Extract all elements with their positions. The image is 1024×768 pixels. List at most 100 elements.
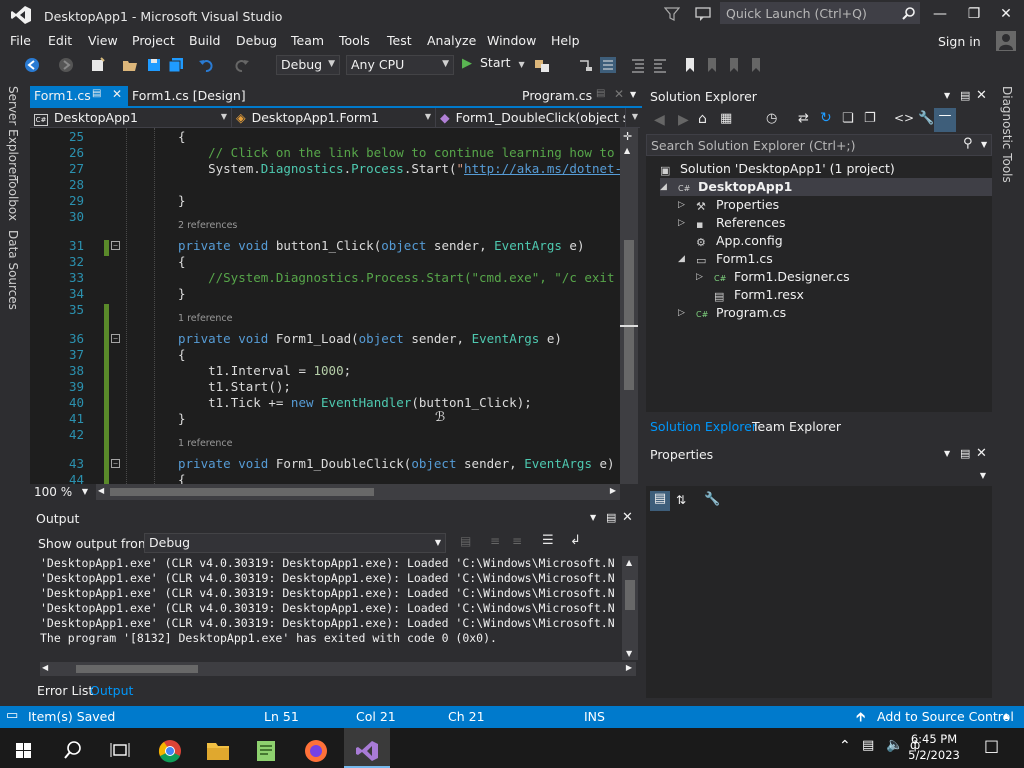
code-line[interactable]: 29} xyxy=(30,193,620,209)
code-line[interactable]: 44 { xyxy=(30,472,620,484)
chevron-up-icon[interactable]: ▲ xyxy=(624,146,630,155)
feedback-icon[interactable] xyxy=(694,6,712,22)
next-message-icon[interactable]: ≡ xyxy=(512,534,522,548)
notifications-icon[interactable]: □ xyxy=(984,736,999,755)
search-icon[interactable] xyxy=(902,6,916,20)
preview-selected-items-icon[interactable]: — xyxy=(934,108,956,132)
navigate-back-icon[interactable] xyxy=(24,57,40,73)
collapsed-triangle-icon[interactable]: ▷ xyxy=(678,214,685,232)
firefox-icon[interactable] xyxy=(296,734,336,768)
chevron-right-icon[interactable]: ▶ xyxy=(626,663,632,672)
codelens-references[interactable]: 1 reference xyxy=(178,436,232,452)
menu-test[interactable]: Test xyxy=(387,33,412,48)
menu-build[interactable]: Build xyxy=(189,33,220,48)
project-dropdown[interactable]: C# DesktopApp1 ▼ xyxy=(30,108,232,127)
close-icon[interactable]: ✕ xyxy=(112,87,122,101)
pin-icon[interactable]: ▤ xyxy=(960,447,970,460)
split-editor-icon[interactable]: ✛ xyxy=(623,130,632,143)
close-window-button[interactable]: ✕ xyxy=(994,4,1018,24)
undo-icon[interactable] xyxy=(198,57,214,73)
code-line[interactable]: 31 − private void button1_Click(object sen… xyxy=(30,238,620,254)
scrollbar-thumb[interactable] xyxy=(625,580,635,610)
tab-form1-cs[interactable]: Form1.cs ▤ ✕ xyxy=(30,86,128,106)
scrollbar-thumb[interactable] xyxy=(110,488,374,496)
scrollbar-thumb[interactable] xyxy=(624,240,634,390)
categorized-icon[interactable]: ▤ xyxy=(650,491,670,511)
previous-message-icon[interactable]: ≡ xyxy=(490,534,500,548)
member-dropdown[interactable]: ◆ Form1_DoubleClick(object send xyxy=(436,108,626,127)
code-line[interactable]: 34} xyxy=(30,286,620,302)
solution-platform-dropdown[interactable]: Any CPU ▼ xyxy=(346,55,454,75)
collapse-region-icon[interactable]: − xyxy=(111,241,120,250)
minimize-button[interactable]: — xyxy=(928,4,952,24)
class-dropdown[interactable]: ◈ DesktopApp1.Form1 ▼ xyxy=(232,108,436,127)
code-line[interactable]: 36 − private void Form1_Load(object sender… xyxy=(30,331,620,347)
chevron-down-icon[interactable]: ▼ xyxy=(630,90,636,99)
property-pages-icon[interactable]: 🔧 xyxy=(704,492,720,507)
back-icon[interactable]: ◀ xyxy=(654,112,665,128)
refresh-icon[interactable]: ↻ xyxy=(820,110,832,126)
restore-button[interactable]: ❐ xyxy=(962,4,986,24)
close-icon[interactable]: ✕ xyxy=(622,510,633,525)
tree-item[interactable]: ◢ C# DesktopApp1 xyxy=(660,178,992,196)
properties-wrench-icon[interactable]: 🔧 xyxy=(918,111,934,126)
chevron-left-icon[interactable]: ◀ xyxy=(42,663,48,672)
menu-help[interactable]: Help xyxy=(551,33,580,48)
member-dropdown-toggle[interactable]: ▼ xyxy=(626,108,640,127)
attach-process-icon[interactable] xyxy=(534,57,550,73)
search-icon[interactable]: ⚲ xyxy=(963,136,973,151)
next-bookmark-icon[interactable] xyxy=(726,57,742,73)
collapse-region-icon[interactable]: − xyxy=(111,334,120,343)
tab-solution-explorer[interactable]: Solution Explorer xyxy=(650,419,757,434)
codelens-references[interactable]: 1 reference xyxy=(178,311,232,327)
chevron-down-icon[interactable]: ▼ xyxy=(626,649,632,658)
chevron-left-icon[interactable]: ◀ xyxy=(98,486,104,495)
server-explorer-tab[interactable]: Server Explorer xyxy=(6,86,20,179)
visual-studio-logo-icon[interactable] xyxy=(10,5,32,25)
menu-tools[interactable]: Tools xyxy=(339,33,370,48)
pin-icon[interactable]: ▤ xyxy=(92,88,101,99)
quick-launch-input[interactable]: Quick Launch (Ctrl+Q) xyxy=(720,2,920,24)
chevron-up-icon[interactable]: ▲ xyxy=(626,558,632,567)
object-selector-dropdown[interactable]: ▼ xyxy=(646,466,992,486)
code-line[interactable]: 40 t1.Tick += new EventHandler(button1_C… xyxy=(30,395,620,411)
tab-error-list[interactable]: Error List xyxy=(37,683,93,698)
save-icon[interactable] xyxy=(146,57,162,73)
home-icon[interactable]: ⌂ xyxy=(698,111,707,127)
notifications-filter-icon[interactable] xyxy=(664,6,680,22)
tab-output[interactable]: Output xyxy=(90,683,133,698)
menu-edit[interactable]: Edit xyxy=(48,33,72,48)
solution-configuration-dropdown[interactable]: Debug ▼ xyxy=(276,55,340,75)
code-line[interactable]: 28 xyxy=(30,177,620,193)
pin-icon[interactable]: ▤ xyxy=(606,511,616,524)
system-clock[interactable]: 6:45 PM 5/2/2023 xyxy=(904,731,964,763)
code-line[interactable]: 43 − private void Form1_DoubleClick(object… xyxy=(30,456,620,472)
file-explorer-icon[interactable] xyxy=(198,734,238,768)
tab-program-cs[interactable]: Program.cs ▤ ✕ ▼ xyxy=(518,86,642,106)
zoom-level-dropdown[interactable]: 100 % ▼ xyxy=(30,484,94,500)
forward-icon[interactable]: ▶ xyxy=(678,112,689,128)
add-to-source-control-button[interactable]: Add to Source Control xyxy=(877,709,1014,724)
expanded-triangle-icon[interactable]: ◢ xyxy=(660,178,667,196)
menu-debug[interactable]: Debug xyxy=(236,33,277,48)
output-horizontal-scrollbar[interactable]: ◀ ▶ xyxy=(40,662,636,676)
view-code-icon[interactable]: <> xyxy=(894,111,914,125)
chevron-up-icon[interactable]: ⌃ xyxy=(839,738,851,754)
step-into-icon[interactable] xyxy=(578,57,594,73)
close-icon[interactable]: ✕ xyxy=(976,446,987,461)
close-icon[interactable]: ✕ xyxy=(976,88,987,103)
collapsed-triangle-icon[interactable]: ▷ xyxy=(678,304,685,322)
diagnostic-tools-tab[interactable]: Diagnostic Tools xyxy=(1000,86,1014,183)
navigate-forward-icon[interactable] xyxy=(58,57,74,73)
output-text[interactable]: 'DesktopApp1.exe' (CLR v4.0.30319: Deskt… xyxy=(40,556,620,660)
notepad-plus-icon[interactable] xyxy=(246,734,286,768)
comment-lines-icon[interactable] xyxy=(630,57,646,73)
sync-active-document-icon[interactable]: ⇄ xyxy=(798,111,809,126)
code-line[interactable]: 33 //System.Diagnostics.Process.Start("c… xyxy=(30,270,620,286)
redo-icon[interactable] xyxy=(234,57,250,73)
chevron-up-icon[interactable]: ▲ xyxy=(1003,711,1009,720)
menu-team[interactable]: Team xyxy=(291,33,324,48)
code-line[interactable]: 37 { xyxy=(30,347,620,363)
switch-views-icon[interactable]: ▦ xyxy=(720,111,732,126)
output-vertical-scrollbar[interactable]: ▲ ▼ xyxy=(622,556,638,660)
